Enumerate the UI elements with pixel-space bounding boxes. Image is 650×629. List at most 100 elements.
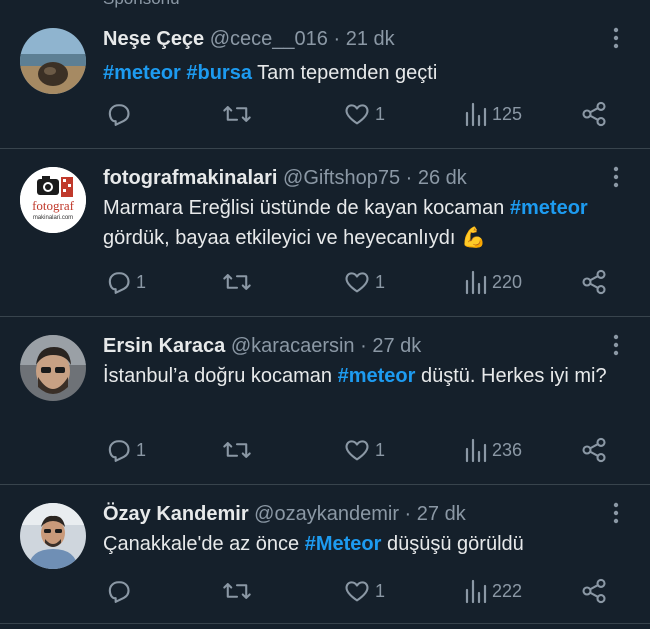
- avatar[interactable]: [20, 335, 86, 401]
- reply-button[interactable]: 1: [104, 433, 146, 467]
- like-icon: [343, 436, 371, 464]
- author-name[interactable]: Neşe Çeçe: [103, 28, 204, 50]
- avatar[interactable]: [20, 28, 86, 94]
- share-button[interactable]: [580, 433, 608, 467]
- reply-icon: [104, 268, 132, 296]
- like-icon: [343, 268, 371, 296]
- more-icon[interactable]: [608, 26, 624, 50]
- retweet-icon: [222, 577, 252, 605]
- like-button[interactable]: 1: [343, 265, 385, 299]
- tweet-actions: 1 1 236: [0, 433, 650, 467]
- more-icon[interactable]: [608, 333, 624, 357]
- views-button[interactable]: 236: [464, 433, 522, 467]
- avatar-logo-subtext: makinalari.com: [33, 215, 73, 221]
- author-name[interactable]: fotografmakinalari: [103, 167, 277, 189]
- like-icon: [343, 100, 371, 128]
- hashtag-link[interactable]: #Meteor: [305, 533, 382, 555]
- retweet-button[interactable]: [222, 265, 256, 299]
- tweet-text-fragment: Çanakkale'de az önce: [103, 533, 305, 555]
- tweet-header: Neşe Çeçe @cece__016 · 21 dk: [103, 26, 395, 52]
- tweet[interactable]: Özay Kandemir @ozaykandemir · 27 dk Çana…: [0, 485, 650, 624]
- tweet-header: Özay Kandemir @ozaykandemir · 27 dk: [103, 501, 466, 527]
- reply-count: 1: [136, 271, 147, 292]
- separator-dot: ·: [404, 503, 412, 525]
- like-button[interactable]: 1: [343, 574, 385, 608]
- share-button[interactable]: [580, 97, 608, 131]
- tweet-text: Çanakkale'de az önce #Meteor düşüşü görü…: [103, 529, 623, 559]
- share-button[interactable]: [580, 574, 608, 608]
- tweet[interactable]: fotograf makinalari.com fotografmakinala…: [0, 149, 650, 317]
- timestamp[interactable]: 27 dk: [372, 335, 421, 357]
- share-icon: [580, 577, 608, 605]
- reply-icon: [104, 100, 132, 128]
- reply-icon: [104, 577, 132, 605]
- share-icon: [580, 268, 608, 296]
- tweet[interactable]: Neşe Çeçe @cece__016 · 21 dk #meteor #bu…: [0, 0, 650, 149]
- view-count: 222: [492, 580, 523, 601]
- hashtag-link[interactable]: #meteor: [103, 62, 181, 84]
- tweet-header: fotografmakinalari @Giftshop75 · 26 dk: [103, 165, 467, 191]
- timestamp[interactable]: 27 dk: [417, 503, 466, 525]
- retweet-icon: [222, 436, 252, 464]
- like-count: 1: [375, 580, 386, 601]
- hashtag-link[interactable]: #meteor: [338, 365, 416, 387]
- view-count: 125: [492, 103, 523, 124]
- views-button[interactable]: 220: [464, 265, 522, 299]
- like-count: 1: [375, 103, 386, 124]
- avatar[interactable]: fotograf makinalari.com: [20, 167, 86, 233]
- views-button[interactable]: 222: [464, 574, 522, 608]
- tweet-header: Ersin Karaca @karacaersin · 27 dk: [103, 333, 421, 359]
- author-handle[interactable]: @cece__016: [210, 28, 328, 50]
- share-icon: [580, 100, 608, 128]
- tweet[interactable]: Ersin Karaca @karacaersin · 27 dk İstanb…: [0, 317, 650, 485]
- like-icon: [343, 577, 371, 605]
- hashtag-link[interactable]: #meteor: [510, 197, 588, 219]
- tweet-text-fragment: Marmara Ereğlisi üstünde de kayan kocama…: [103, 197, 510, 219]
- author-handle[interactable]: @Giftshop75: [283, 167, 400, 189]
- tweet-actions: 1 1 220: [0, 265, 650, 299]
- like-count: 1: [375, 439, 386, 460]
- retweet-button[interactable]: [222, 574, 256, 608]
- reply-button[interactable]: [104, 97, 136, 131]
- reply-count: 1: [136, 439, 147, 460]
- tweet-text-fragment: İstanbul’a doğru kocaman: [103, 365, 338, 387]
- separator-dot: ·: [405, 167, 413, 189]
- tweet-text: İstanbul’a doğru kocaman #meteor düştü. …: [103, 361, 623, 391]
- tweet-actions: 1 125: [0, 97, 650, 131]
- avatar[interactable]: [20, 503, 86, 569]
- reply-button[interactable]: 1: [104, 265, 146, 299]
- separator-dot: ·: [360, 335, 367, 357]
- author-name[interactable]: Ersin Karaca: [103, 335, 225, 357]
- timestamp[interactable]: 21 dk: [346, 28, 395, 50]
- author-handle[interactable]: @karacaersin: [231, 335, 355, 357]
- reply-button[interactable]: [104, 574, 136, 608]
- tweet-text-fragment: düştü. Herkes iyi mi?: [415, 365, 607, 387]
- views-button[interactable]: 125: [464, 97, 522, 131]
- retweet-icon: [222, 268, 252, 296]
- retweet-button[interactable]: [222, 433, 256, 467]
- tweet-text-fragment: Tam tepemden geçti: [251, 62, 438, 84]
- more-icon[interactable]: [608, 501, 624, 525]
- like-button[interactable]: 1: [343, 433, 385, 467]
- author-handle[interactable]: @ozaykandemir: [254, 503, 399, 525]
- view-count: 236: [492, 439, 523, 460]
- view-count: 220: [492, 271, 523, 292]
- share-button[interactable]: [580, 265, 608, 299]
- reply-icon: [104, 436, 132, 464]
- share-icon: [580, 436, 608, 464]
- timestamp[interactable]: 26 dk: [418, 167, 467, 189]
- tweet-text-fragment: gördük, bayaa etkileyici ve heyecanlıydı…: [103, 227, 486, 249]
- tweet-text: #meteor #bursa Tam tepemden geçti: [103, 58, 623, 88]
- retweet-icon: [222, 100, 252, 128]
- hashtag-link[interactable]: #bursa: [186, 62, 252, 84]
- separator-dot: ·: [333, 28, 341, 50]
- more-icon[interactable]: [608, 165, 624, 189]
- like-button[interactable]: 1: [343, 97, 385, 131]
- tweet-text-fragment: düşüşü görüldü: [381, 533, 524, 555]
- views-icon: [464, 101, 488, 127]
- author-name[interactable]: Özay Kandemir: [103, 503, 249, 525]
- retweet-button[interactable]: [222, 97, 256, 131]
- avatar-logo-text: fotograf: [32, 198, 75, 213]
- like-count: 1: [375, 271, 386, 292]
- views-icon: [464, 269, 488, 295]
